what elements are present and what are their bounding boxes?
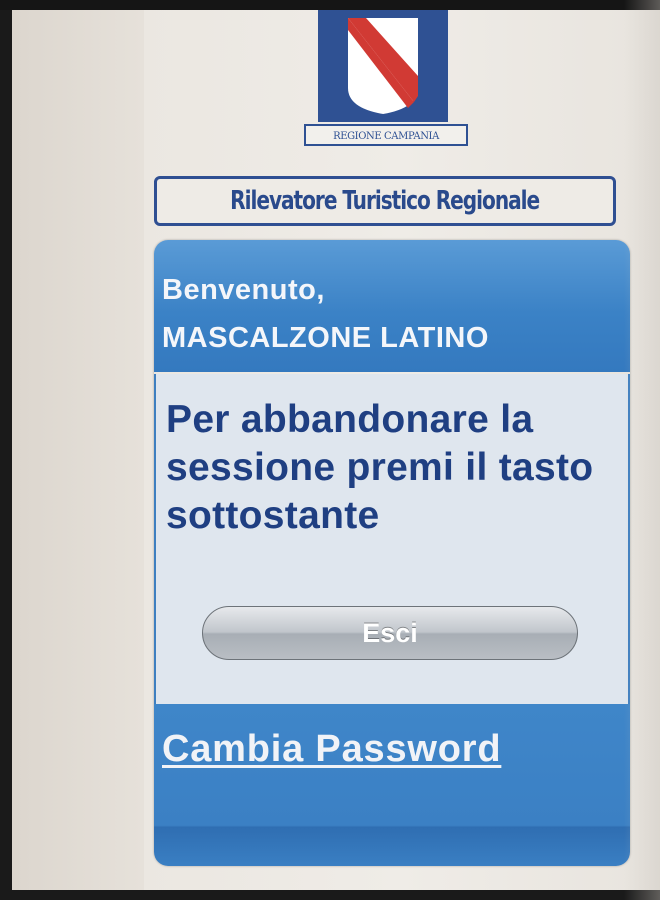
app-title: Rilevatore Turistico Regionale [230, 186, 541, 216]
footer-panel: Cambia Password [154, 704, 630, 866]
welcome-greeting: Benvenuto, [162, 274, 325, 306]
left-margin [12, 10, 144, 890]
app-screen: REGIONE CAMPANIA Rilevatore Turistico Re… [12, 10, 660, 890]
screen-top-bezel [0, 0, 660, 10]
logout-panel: Per abbandonare la sessione premi il tas… [154, 374, 630, 704]
page: REGIONE CAMPANIA Rilevatore Turistico Re… [144, 10, 630, 890]
logout-message: Per abbandonare la sessione premi il tas… [166, 398, 594, 537]
user-name: MASCALZONE LATINO [162, 322, 489, 354]
app-title-banner: Rilevatore Turistico Regionale [154, 176, 616, 226]
shield-icon [348, 18, 418, 114]
session-card: Benvenuto, MASCALZONE LATINO Per abbando… [154, 240, 630, 866]
screen-right-shade [624, 0, 660, 900]
change-password-link[interactable]: Cambia Password [162, 728, 501, 771]
coat-of-arms-icon [318, 10, 448, 122]
welcome-header: Benvenuto, MASCALZONE LATINO [154, 240, 630, 372]
region-logo: REGIONE CAMPANIA [298, 10, 474, 150]
logo-label: REGIONE CAMPANIA [304, 124, 468, 146]
exit-button[interactable]: Esci [202, 606, 578, 660]
